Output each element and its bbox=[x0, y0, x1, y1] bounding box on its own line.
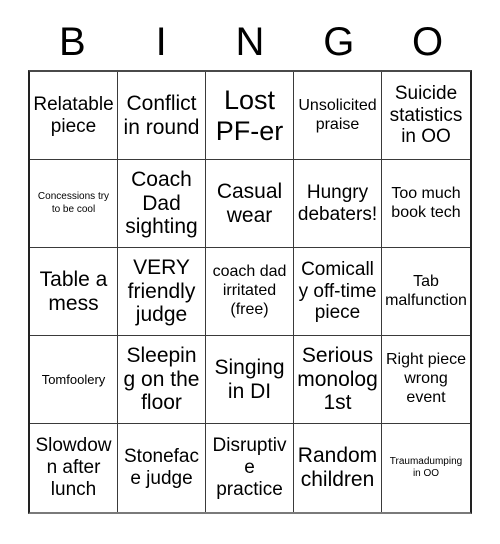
bingo-cell-label: Relatable piece bbox=[33, 93, 114, 137]
bingo-cell-label: VERY friendly judge bbox=[127, 255, 196, 327]
bingo-cell[interactable]: Stoneface judge bbox=[118, 424, 206, 512]
bingo-cell-free[interactable]: coach dad irritated (free) bbox=[206, 248, 294, 336]
bingo-cell[interactable]: Singing in DI bbox=[206, 336, 294, 424]
bingo-cell[interactable]: Sleeping on the floor bbox=[118, 336, 206, 424]
bingo-cell-label: Slowdown after lunch bbox=[35, 435, 112, 500]
header-letter-b: B bbox=[59, 20, 86, 64]
bingo-cell-label: Serious monolog 1st bbox=[297, 343, 378, 415]
bingo-cell-label: Table a mess bbox=[39, 267, 108, 315]
bingo-cell[interactable]: Table a mess bbox=[30, 248, 118, 336]
bingo-cell[interactable]: Disruptive practice bbox=[206, 424, 294, 512]
bingo-cell-label: Lost PF-er bbox=[215, 85, 284, 146]
bingo-cell-label: Stoneface judge bbox=[124, 446, 199, 489]
bingo-cell-label: Hungry debaters! bbox=[297, 181, 378, 225]
bingo-card: B I N G O Relatable piece Conflict in ro… bbox=[0, 0, 500, 544]
bingo-cell-label: coach dad irritated (free) bbox=[212, 263, 287, 318]
bingo-grid: Relatable piece Conflict in round Lost P… bbox=[28, 70, 472, 514]
header-letter-i: I bbox=[155, 20, 167, 64]
bingo-cell[interactable]: VERY friendly judge bbox=[118, 248, 206, 336]
header-letter-g: G bbox=[323, 20, 355, 64]
bingo-cell-label: Conflict in round bbox=[123, 91, 200, 139]
bingo-cell[interactable]: Comically off-time piece bbox=[294, 248, 382, 336]
bingo-cell[interactable]: Coach Dad sighting bbox=[118, 160, 206, 248]
bingo-cell-label: Too much book tech bbox=[391, 184, 461, 221]
bingo-cell[interactable]: Serious monolog 1st bbox=[294, 336, 382, 424]
bingo-cell-label: Singing in DI bbox=[214, 355, 285, 403]
bingo-cell[interactable]: Unsolicited praise bbox=[294, 72, 382, 160]
bingo-cell[interactable]: Relatable piece bbox=[30, 72, 118, 160]
bingo-cell[interactable]: Right piece wrong event bbox=[382, 336, 470, 424]
bingo-cell[interactable]: Concessions try to be cool bbox=[30, 160, 118, 248]
bingo-cell[interactable]: Lost PF-er bbox=[206, 72, 294, 160]
bingo-cell[interactable]: Hungry debaters! bbox=[294, 160, 382, 248]
bingo-header-letters: B I N G O bbox=[28, 14, 472, 70]
bingo-cell-label: Disruptive practice bbox=[212, 435, 287, 500]
bingo-cell-label: Random children bbox=[297, 444, 378, 491]
bingo-cell-label: Traumadumping in OO bbox=[389, 455, 463, 480]
bingo-cell[interactable]: Random children bbox=[294, 424, 382, 512]
bingo-cell-label: Casual wear bbox=[216, 179, 283, 227]
bingo-cell[interactable]: Too much book tech bbox=[382, 160, 470, 248]
header-letter-n: N bbox=[235, 20, 265, 64]
bingo-cell-label: Coach Dad sighting bbox=[125, 167, 198, 239]
bingo-cell[interactable]: Tomfoolery bbox=[30, 336, 118, 424]
bingo-cell-label: Tab malfunction bbox=[385, 272, 467, 309]
bingo-cell-label: Sleeping on the floor bbox=[123, 343, 200, 415]
bingo-cell-label: Suicide statistics in OO bbox=[389, 82, 463, 148]
bingo-cell[interactable]: Casual wear bbox=[206, 160, 294, 248]
header-letter-o: O bbox=[412, 20, 444, 64]
bingo-cell-label: Comically off-time piece bbox=[298, 258, 377, 324]
bingo-cell[interactable]: Traumadumping in OO bbox=[382, 424, 470, 512]
bingo-cell[interactable]: Suicide statistics in OO bbox=[382, 72, 470, 160]
bingo-cell[interactable]: Conflict in round bbox=[118, 72, 206, 160]
bingo-cell-label: Unsolicited praise bbox=[298, 96, 377, 133]
bingo-cell-label: Right piece wrong event bbox=[385, 351, 467, 406]
bingo-cell-label: Tomfoolery bbox=[41, 371, 106, 387]
bingo-cell[interactable]: Tab malfunction bbox=[382, 248, 470, 336]
bingo-cell[interactable]: Slowdown after lunch bbox=[30, 424, 118, 512]
bingo-cell-label: Concessions try to be cool bbox=[37, 191, 110, 215]
